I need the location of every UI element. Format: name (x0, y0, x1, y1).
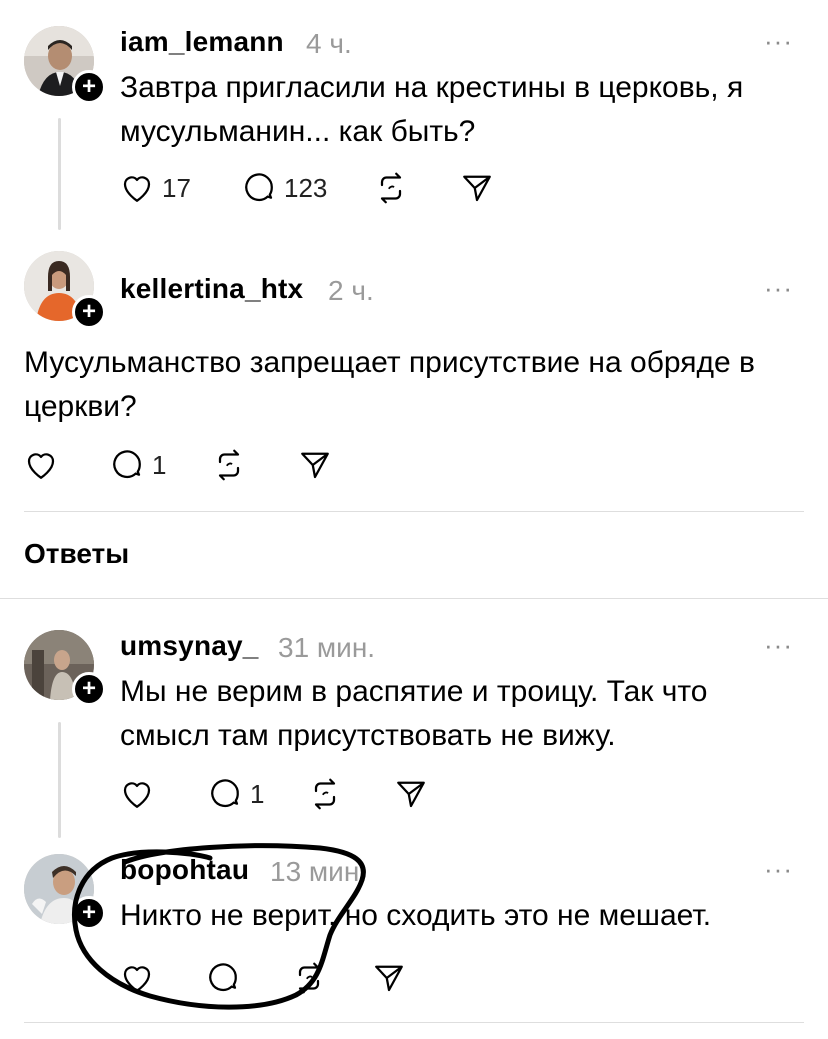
reply-button[interactable]: 123 (240, 168, 327, 208)
post-text-line-1: Никто не верит, но сходить это не мешает… (120, 899, 712, 932)
reply-button[interactable]: 1 (108, 445, 166, 485)
like-count: 17 (162, 172, 191, 203)
like-button[interactable] (118, 774, 162, 814)
repost-icon (218, 449, 240, 481)
heart-icon (123, 966, 151, 992)
post-kellertina: + kellertina_htx 2 ч. ··· Мусульманство … (0, 235, 828, 515)
reply-button[interactable]: 1 (206, 774, 264, 814)
share-button[interactable] (392, 774, 430, 814)
post-username[interactable]: kellertina_htx (120, 273, 303, 305)
post-text-line-1: Мы не верим в распятие и троицу. Так что (120, 675, 708, 708)
divider (24, 511, 804, 512)
send-icon (301, 452, 329, 479)
post-username[interactable]: iam_lemann (120, 26, 284, 58)
more-options-button[interactable]: ··· (764, 26, 793, 57)
post-username[interactable]: umsynay_ (120, 630, 259, 662)
send-icon (375, 965, 403, 992)
heart-icon (123, 176, 151, 202)
comment-icon (113, 450, 141, 479)
repost-icon (314, 778, 336, 810)
follow-plus-button[interactable]: + (72, 295, 106, 329)
post-username[interactable]: bopohtau (120, 854, 249, 886)
heart-icon (123, 782, 151, 808)
replies-header: Ответы (24, 538, 130, 569)
reply-bopohtau: + bopohtau 13 мин. ··· Никто не верит, н… (0, 840, 828, 1039)
repost-button[interactable] (210, 445, 248, 485)
post-text-line-2: мусульманин... как быть? (120, 115, 476, 148)
comment-icon (245, 173, 273, 202)
post-time: 31 мин. (278, 632, 376, 663)
send-icon (397, 781, 425, 808)
post-text-line-2: смысл там присутствовать не вижу. (120, 719, 616, 752)
divider (24, 1022, 804, 1023)
more-options-button[interactable]: ··· (764, 630, 793, 661)
share-button[interactable] (370, 958, 408, 998)
more-options-button[interactable]: ··· (764, 854, 793, 885)
post-text-line-1: Мусульманство запрещает присутствие на о… (24, 346, 755, 379)
reply-umsynay: + umsynay_ 31 мин. ··· Мы не верим в рас… (0, 600, 828, 840)
send-icon (463, 175, 491, 202)
like-button[interactable]: 17 (118, 168, 191, 208)
thread-line (58, 722, 61, 838)
divider (0, 598, 828, 599)
repost-icon (298, 962, 320, 994)
post-text-line-2: церкви? (24, 390, 137, 423)
more-options-button[interactable]: ··· (764, 273, 793, 304)
post-time: 4 ч. (306, 28, 352, 59)
post-time: 13 мин. (270, 856, 368, 887)
share-button[interactable] (296, 445, 334, 485)
like-button[interactable] (118, 958, 156, 998)
post-text-line-1: Завтра пригласили на крестины в церковь,… (120, 71, 744, 104)
follow-plus-button[interactable]: + (72, 70, 106, 104)
reply-button[interactable] (204, 958, 242, 998)
repost-icon (380, 172, 402, 204)
reply-count: 123 (284, 172, 328, 203)
repost-button[interactable] (372, 168, 410, 208)
post-iam-lemann: + iam_lemann 4 ч. ··· Завтра пригласили … (0, 0, 828, 235)
follow-plus-button[interactable]: + (72, 896, 106, 930)
post-time: 2 ч. (328, 275, 374, 306)
follow-plus-button[interactable]: + (72, 672, 106, 706)
heart-icon (27, 453, 55, 479)
comment-icon (211, 779, 239, 808)
thread-line (58, 118, 61, 230)
share-button[interactable] (458, 168, 496, 208)
repost-button[interactable] (290, 958, 328, 998)
repost-button[interactable] (306, 774, 344, 814)
comment-icon (209, 963, 237, 992)
reply-count: 1 (152, 449, 167, 480)
like-button[interactable] (22, 445, 66, 485)
reply-count: 1 (250, 778, 265, 809)
